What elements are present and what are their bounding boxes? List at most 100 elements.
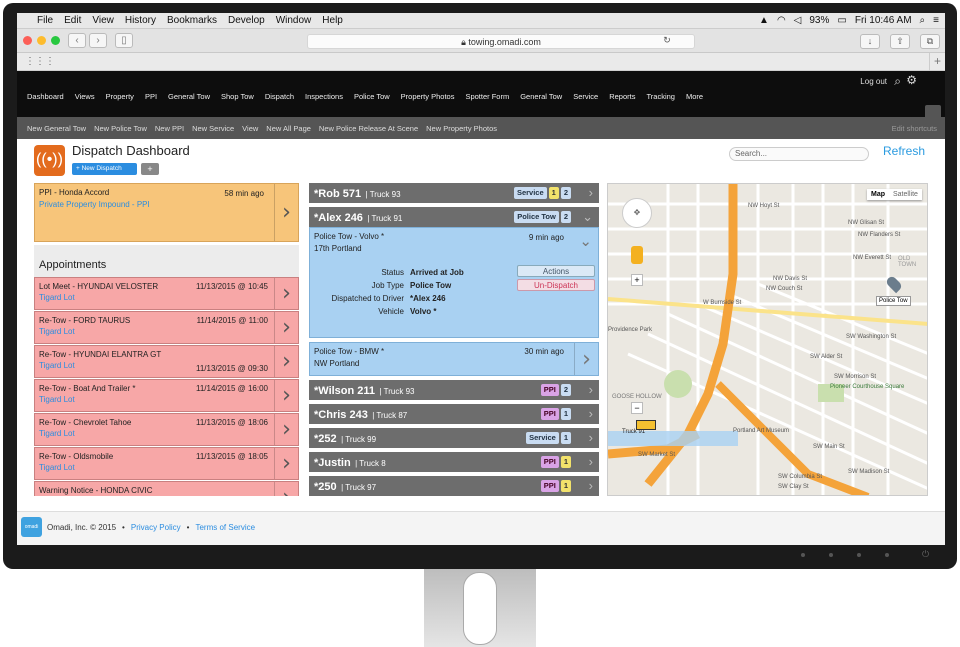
chevron-right-icon[interactable]: › <box>589 183 593 203</box>
shortcut-view[interactable]: View <box>242 124 258 133</box>
menu-develop[interactable]: Develop <box>228 15 265 26</box>
driver-row[interactable]: *252 | Truck 99 Service 1 › <box>309 428 599 448</box>
appointment-location[interactable]: Tigard Lot <box>39 429 294 438</box>
spotlight-icon[interactable]: ⌕ <box>920 15 926 26</box>
job-card-expanded[interactable]: Police Tow - Volvo * 17th Portland 9 min… <box>309 227 599 338</box>
pan-control-icon[interactable]: ✥ <box>622 198 652 228</box>
menu-help[interactable]: Help <box>322 15 343 26</box>
chevron-right-icon[interactable]: › <box>589 380 593 400</box>
map-button[interactable]: Map <box>867 189 889 200</box>
forward-icon[interactable]: › <box>89 33 107 48</box>
driver-row[interactable]: *Wilson 211 | Truck 93 PPI 2 › <box>309 380 599 400</box>
menu-view[interactable]: View <box>92 15 114 26</box>
undispatch-button[interactable]: Un-Dispatch <box>517 279 595 291</box>
nav-more[interactable]: More <box>686 92 703 101</box>
shortcut-new-service[interactable]: New Service <box>192 124 234 133</box>
privacy-policy-link[interactable]: Privacy Policy <box>131 523 181 532</box>
shortcut-new-all-page[interactable]: New All Page <box>266 124 311 133</box>
zoom-window-button[interactable] <box>51 36 60 45</box>
truck-icon[interactable] <box>636 420 656 430</box>
chevron-down-icon[interactable]: ⌄ <box>579 232 592 250</box>
job-subtitle-link[interactable]: Private Property Impound - PPI <box>39 200 294 209</box>
shortcut-new-police-release[interactable]: New Police Release At Scene <box>319 124 418 133</box>
wifi-icon[interactable]: ◠ <box>777 15 786 26</box>
nav-reports[interactable]: Reports <box>609 92 635 101</box>
ppi-job-card[interactable]: PPI - Honda Accord Private Property Impo… <box>34 183 299 242</box>
nav-property[interactable]: Property <box>106 92 134 101</box>
nav-ppi[interactable]: PPI <box>145 92 157 101</box>
zoom-in-icon[interactable]: + <box>631 274 643 286</box>
chevron-right-icon[interactable]: › <box>274 482 298 496</box>
nav-police-tow[interactable]: Police Tow <box>354 92 390 101</box>
nav-views[interactable]: Views <box>75 92 95 101</box>
minimize-window-button[interactable] <box>37 36 46 45</box>
appointment-item[interactable]: Re-Tow - Oldsmobile Tigard Lot 11/13/201… <box>34 447 299 480</box>
volume-icon[interactable]: ◁ <box>794 15 802 26</box>
nav-tracking[interactable]: Tracking <box>646 92 674 101</box>
menu-bookmarks[interactable]: Bookmarks <box>167 15 217 26</box>
chevron-right-icon[interactable]: › <box>274 184 298 241</box>
appointment-location[interactable]: Tigard Lot <box>39 327 294 336</box>
status-icon[interactable]: ▲ <box>759 15 769 26</box>
gear-icon[interactable]: ⚙ <box>906 73 917 87</box>
shortcut-new-property-photos[interactable]: New Property Photos <box>426 124 497 133</box>
back-icon[interactable]: ‹ <box>68 33 86 48</box>
battery-icon[interactable]: ▭ <box>837 15 846 26</box>
appointment-item[interactable]: Re-Tow - FORD TAURUS Tigard Lot 11/14/20… <box>34 311 299 344</box>
chevron-right-icon[interactable]: › <box>274 312 298 343</box>
appointment-location[interactable]: Tigard Lot <box>39 463 294 472</box>
power-icon[interactable]: ⏻ <box>922 549 929 560</box>
monitor-button[interactable] <box>829 553 833 557</box>
chevron-right-icon[interactable]: › <box>274 380 298 411</box>
reload-icon[interactable]: ↻ <box>657 34 677 49</box>
driver-row[interactable]: *Rob 571 | Truck 93 Service 1 2 › <box>309 183 599 203</box>
chevron-right-icon[interactable]: › <box>274 414 298 445</box>
notification-icon[interactable]: ≡ <box>933 15 939 26</box>
search-input[interactable]: Search... <box>729 147 869 161</box>
menu-history[interactable]: History <box>125 15 156 26</box>
chevron-right-icon[interactable]: › <box>589 404 593 424</box>
appointment-item[interactable]: Re-Tow - Chevrolet Tahoe Tigard Lot 11/1… <box>34 413 299 446</box>
chevron-right-icon[interactable]: › <box>589 428 593 448</box>
chevron-right-icon[interactable]: › <box>274 346 298 377</box>
menu-file[interactable]: File <box>37 15 53 26</box>
driver-row[interactable]: *Chris 243 | Truck 87 PPI 1 › <box>309 404 599 424</box>
new-tab-icon[interactable]: + <box>929 53 945 71</box>
shortcut-new-general-tow[interactable]: New General Tow <box>27 124 86 133</box>
nav-dispatch[interactable]: Dispatch <box>265 92 294 101</box>
sidebar-icon[interactable]: ▯ <box>115 33 133 48</box>
chevron-right-icon[interactable]: › <box>274 278 298 309</box>
nav-shop-tow[interactable]: Shop Tow <box>221 92 254 101</box>
monitor-button[interactable] <box>885 553 889 557</box>
terms-link[interactable]: Terms of Service <box>195 523 255 532</box>
nav-property-photos[interactable]: Property Photos <box>401 92 455 101</box>
job-card[interactable]: Police Tow - BMW * NW Portland 30 min ag… <box>309 342 599 376</box>
refresh-link[interactable]: Refresh <box>883 144 925 158</box>
shortcut-new-police-tow[interactable]: New Police Tow <box>94 124 147 133</box>
share-icon[interactable]: ⇧ <box>890 34 910 49</box>
nav-inspections[interactable]: Inspections <box>305 92 343 101</box>
menu-window[interactable]: Window <box>276 15 312 26</box>
appointment-item[interactable]: Re-Tow - HYUNDAI ELANTRA GT Tigard Lot 1… <box>34 345 299 378</box>
grid-icon[interactable]: ⋮⋮⋮ <box>25 56 55 67</box>
search-icon[interactable]: ⌕ <box>894 74 901 89</box>
appointment-item[interactable]: Re-Tow - Boat And Trailer * Tigard Lot 1… <box>34 379 299 412</box>
nav-service[interactable]: Service <box>573 92 598 101</box>
menu-edit[interactable]: Edit <box>64 15 81 26</box>
appointment-location[interactable]: Tigard Lot <box>39 395 294 404</box>
actions-button[interactable]: Actions <box>517 265 595 277</box>
close-window-button[interactable] <box>23 36 32 45</box>
nav-general-tow[interactable]: General Tow <box>168 92 210 101</box>
monitor-button[interactable] <box>857 553 861 557</box>
driver-row-expanded[interactable]: *Alex 246 | Truck 91 Police Tow 2 ⌄ <box>309 207 599 227</box>
chevron-right-icon[interactable]: › <box>589 452 593 472</box>
logout-link[interactable]: Log out <box>860 77 887 86</box>
map-panel[interactable]: Map Satellite ✥ + − Police Tow Truck 91 … <box>607 183 928 496</box>
edit-shortcuts-link[interactable]: Edit shortcuts <box>892 124 937 133</box>
chevron-right-icon[interactable]: › <box>574 343 598 375</box>
chevron-right-icon[interactable]: › <box>589 476 593 496</box>
shortcut-new-ppi[interactable]: New PPI <box>155 124 184 133</box>
nav-dashboard[interactable]: Dashboard <box>27 92 64 101</box>
monitor-button[interactable] <box>801 553 805 557</box>
appointment-item[interactable]: Warning Notice - HONDA CIVIC › <box>34 481 299 496</box>
